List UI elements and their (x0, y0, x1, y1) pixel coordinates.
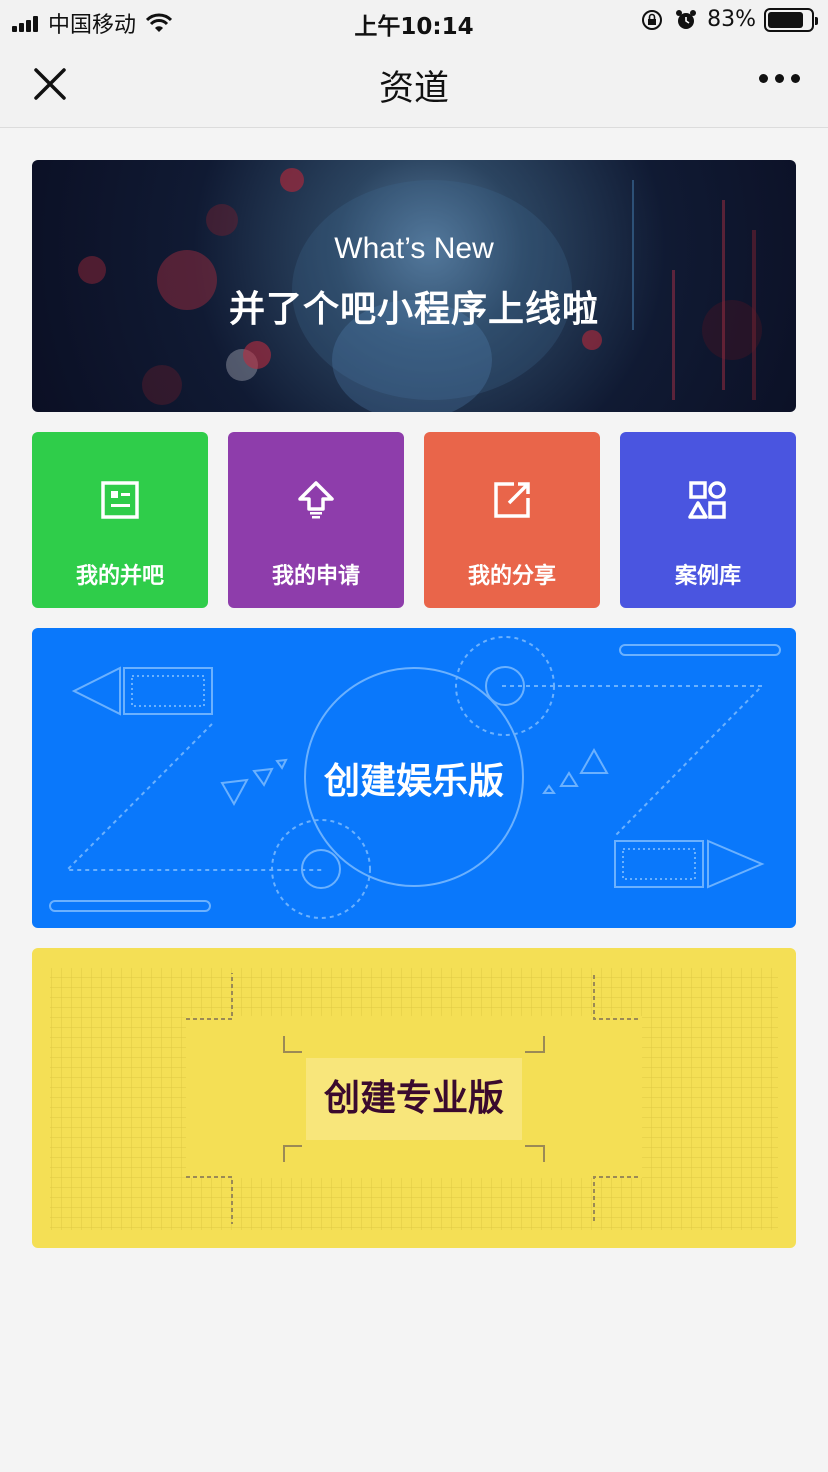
tile-label: 案例库 (674, 564, 741, 589)
create-professional-label: 创建专业版 (306, 1058, 522, 1140)
tile-label: 我的分享 (467, 564, 556, 589)
shapes-icon (688, 481, 726, 519)
tile-my-applications[interactable]: 我的申请 (228, 432, 404, 608)
nav-bar: 资道 (0, 40, 828, 128)
banner-title-en: What’s New (334, 232, 494, 265)
share-out-icon (494, 482, 530, 518)
alarm-icon (676, 9, 697, 29)
tile-case-library[interactable]: 案例库 (620, 432, 796, 608)
create-entertainment-label: 创建娱乐版 (323, 761, 504, 802)
status-right: 83% (641, 7, 818, 32)
tile-my-shares[interactable]: 我的分享 (424, 432, 600, 608)
battery-percent: 83% (707, 7, 756, 32)
tile-my-bingba[interactable]: 我的并吧 (32, 432, 208, 608)
create-professional-card[interactable]: 创建专业版 (32, 948, 796, 1248)
id-card-icon (101, 481, 139, 519)
more-menu-icon[interactable] (752, 74, 800, 83)
upload-arrow-icon (298, 481, 334, 519)
page-title: 资道 (378, 69, 449, 109)
create-entertainment-card[interactable]: 创建娱乐版 (32, 628, 796, 928)
banner-title-cn: 并了个吧小程序上线啦 (228, 289, 599, 330)
battery-icon (764, 7, 818, 32)
rotation-lock-icon (642, 9, 663, 30)
status-bar: 中国移动 上午10:14 83% (0, 0, 828, 40)
battery-level (768, 11, 803, 28)
tile-label: 我的申请 (271, 564, 360, 589)
whats-new-banner[interactable]: What’s New 并了个吧小程序上线啦 (32, 160, 796, 412)
tile-label: 我的并吧 (75, 564, 164, 589)
